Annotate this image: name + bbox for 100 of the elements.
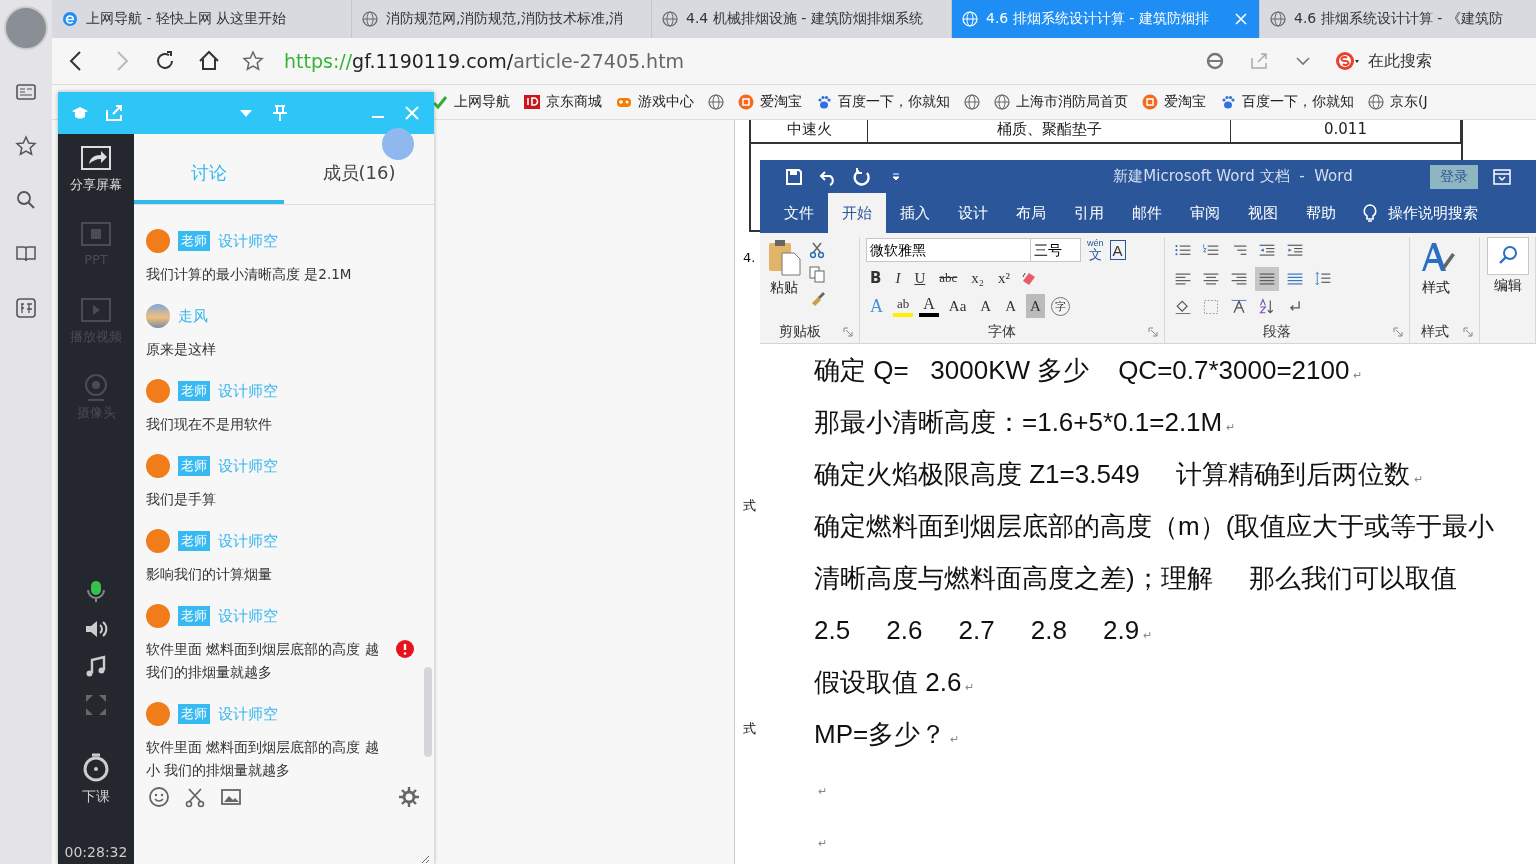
globe-icon — [994, 94, 1010, 110]
paragraph-mark: ↵ — [950, 732, 960, 746]
format-button[interactable]: A — [976, 294, 996, 318]
styles-button[interactable]: 样式 — [1416, 237, 1456, 321]
ribbon-tab[interactable]: 开始 — [828, 193, 886, 233]
ribbon-tab[interactable]: 帮助 — [1292, 193, 1350, 233]
ribbon-tab[interactable]: 审阅 — [1176, 193, 1234, 233]
message-text: 原来是这样 — [146, 340, 216, 359]
format-button[interactable]: A — [919, 295, 939, 317]
scrollbar-thumb[interactable] — [424, 667, 432, 757]
paragraph-mark: ↵ — [965, 680, 975, 694]
format-button[interactable]: A — [1001, 294, 1021, 318]
message-text: 我们计算的最小清晰高度 是2.1M — [146, 265, 352, 284]
globe-icon — [662, 11, 678, 27]
bookmark[interactable]: 爱淘宝 — [1142, 93, 1206, 111]
ribbon-tab[interactable]: 引用 — [1060, 193, 1118, 233]
sort-icon[interactable] — [1258, 298, 1276, 316]
bookmark[interactable]: 爱淘宝 — [738, 93, 802, 111]
bookmark[interactable]: 上海市消防局首页 — [994, 93, 1128, 111]
format-button[interactable]: x² — [994, 266, 1015, 290]
message-text: 我们是手算 — [146, 490, 216, 509]
format-button[interactable]: A — [1026, 294, 1045, 318]
dialog-launcher-icon[interactable] — [843, 327, 853, 337]
end-class-button[interactable]: 下课 — [80, 752, 112, 806]
document-text: 2.5 2.6 2.7 2.8 2.9 — [814, 614, 1140, 646]
editing-button[interactable]: 编辑 — [1486, 237, 1529, 295]
bookmark[interactable] — [708, 94, 724, 110]
format-button[interactable]: ab — [893, 295, 914, 317]
translate-icon[interactable] — [14, 296, 38, 320]
user-avatar — [146, 529, 170, 553]
ribbon-tab[interactable]: 邮件 — [1118, 193, 1176, 233]
format-button[interactable]: abc — [935, 266, 962, 290]
tool-button[interactable]: 分享屏幕 — [70, 144, 122, 220]
bookmark[interactable]: 上网导航 — [432, 93, 510, 111]
shading-icon[interactable] — [1174, 298, 1192, 316]
tell-me-search[interactable]: 操作说明搜索 — [1360, 193, 1478, 233]
text-direction-icon[interactable] — [1230, 298, 1248, 316]
ribbon-tab[interactable]: 设计 — [944, 193, 1002, 233]
line-spacing-icon[interactable] — [1314, 270, 1332, 288]
ribbon-tab[interactable]: 文件 — [770, 193, 828, 233]
expand-icon[interactable] — [83, 692, 109, 718]
emoji-icon[interactable] — [148, 786, 170, 809]
format-button[interactable]: Aa — [944, 294, 971, 318]
error-icon[interactable] — [396, 640, 414, 658]
bookmark[interactable] — [964, 94, 980, 110]
scissors-icon[interactable] — [808, 241, 826, 259]
search-icon — [1486, 237, 1529, 275]
character-border-button[interactable]: A — [1109, 240, 1126, 260]
dialog-launcher-icon[interactable] — [1463, 327, 1473, 337]
address-field[interactable]: https://gf.1190119.com/article-27405.htm — [284, 50, 1184, 72]
bookmark[interactable]: 京东商城 — [524, 93, 602, 111]
distributed-icon[interactable] — [1286, 270, 1304, 288]
document-text: 确定燃料面到烟层底部的高度（m）(取值应大于或等于最小 — [814, 509, 1495, 543]
window-title: 新建Microsoft Word 文档 - Word — [1112, 167, 1354, 186]
paragraph-mark: ↵ — [818, 784, 827, 798]
timer: 00:28:32 — [64, 844, 128, 860]
paragraph-mark: ↵ — [818, 836, 827, 850]
bookmark[interactable]: 游戏中心 — [616, 93, 694, 111]
star-icon[interactable] — [14, 134, 38, 158]
user-avatar[interactable] — [4, 6, 48, 50]
ribbon-tab[interactable]: 插入 — [886, 193, 944, 233]
format-button[interactable]: B — [866, 266, 886, 290]
document-text: 假设取值 2.6 — [814, 665, 962, 699]
ribbon-tab[interactable]: 视图 — [1234, 193, 1292, 233]
paste-button[interactable]: 粘贴 — [766, 237, 802, 321]
close-icon[interactable] — [1233, 11, 1249, 27]
message-text: 软件里面 燃料面到烟层底部的高度 越 — [146, 738, 379, 757]
format-button[interactable]: I — [891, 266, 905, 290]
chat-tab[interactable]: 成员(16) — [284, 134, 434, 204]
align-center-icon[interactable] — [1202, 270, 1220, 288]
table-cell: 桶质、聚酯垫子 — [868, 120, 1231, 144]
group-label: 段落 — [1262, 323, 1292, 341]
ribbon-display-icon[interactable] — [1492, 166, 1512, 187]
format-button[interactable]: U — [910, 266, 930, 290]
bookmark[interactable]: 百度一下，你就知 — [816, 93, 950, 111]
bookmark[interactable]: 京东(J — [1368, 93, 1428, 111]
phonetic-guide-button[interactable]: wén 文 — [1087, 239, 1104, 261]
ribbon-tab[interactable]: 布局 — [1002, 193, 1060, 233]
scissors-icon[interactable] — [184, 786, 206, 809]
bookmark[interactable]: 百度一下，你就知 — [1220, 93, 1354, 111]
dialog-launcher-icon[interactable] — [1393, 327, 1403, 337]
message-text: 影响我们的计算烟量 — [146, 565, 272, 584]
paragraph-mark: ↵ — [1353, 368, 1363, 382]
message-text: 软件里面 燃料面到烟层底部的高度 越 — [146, 640, 379, 659]
user-avatar — [146, 379, 170, 403]
globe-icon — [1270, 11, 1286, 27]
copy-icon[interactable] — [808, 265, 826, 283]
format-button[interactable]: x₂ — [967, 266, 989, 290]
settings-icon[interactable] — [398, 786, 420, 809]
paw-icon — [1220, 94, 1236, 110]
search-field[interactable]: 在此搜索 — [1334, 48, 1524, 74]
align-left-icon[interactable] — [1174, 270, 1192, 288]
star-icon[interactable] — [240, 48, 266, 74]
redo-icon[interactable] — [852, 166, 872, 187]
message-text: 小 我们的排烟量就越多 — [146, 761, 291, 780]
save-icon[interactable] — [784, 166, 804, 187]
store-logo-icon — [524, 94, 540, 110]
align-right-icon[interactable] — [1230, 270, 1248, 288]
lightbulb-icon — [1360, 203, 1380, 223]
dialog-launcher-icon[interactable] — [1148, 327, 1158, 337]
